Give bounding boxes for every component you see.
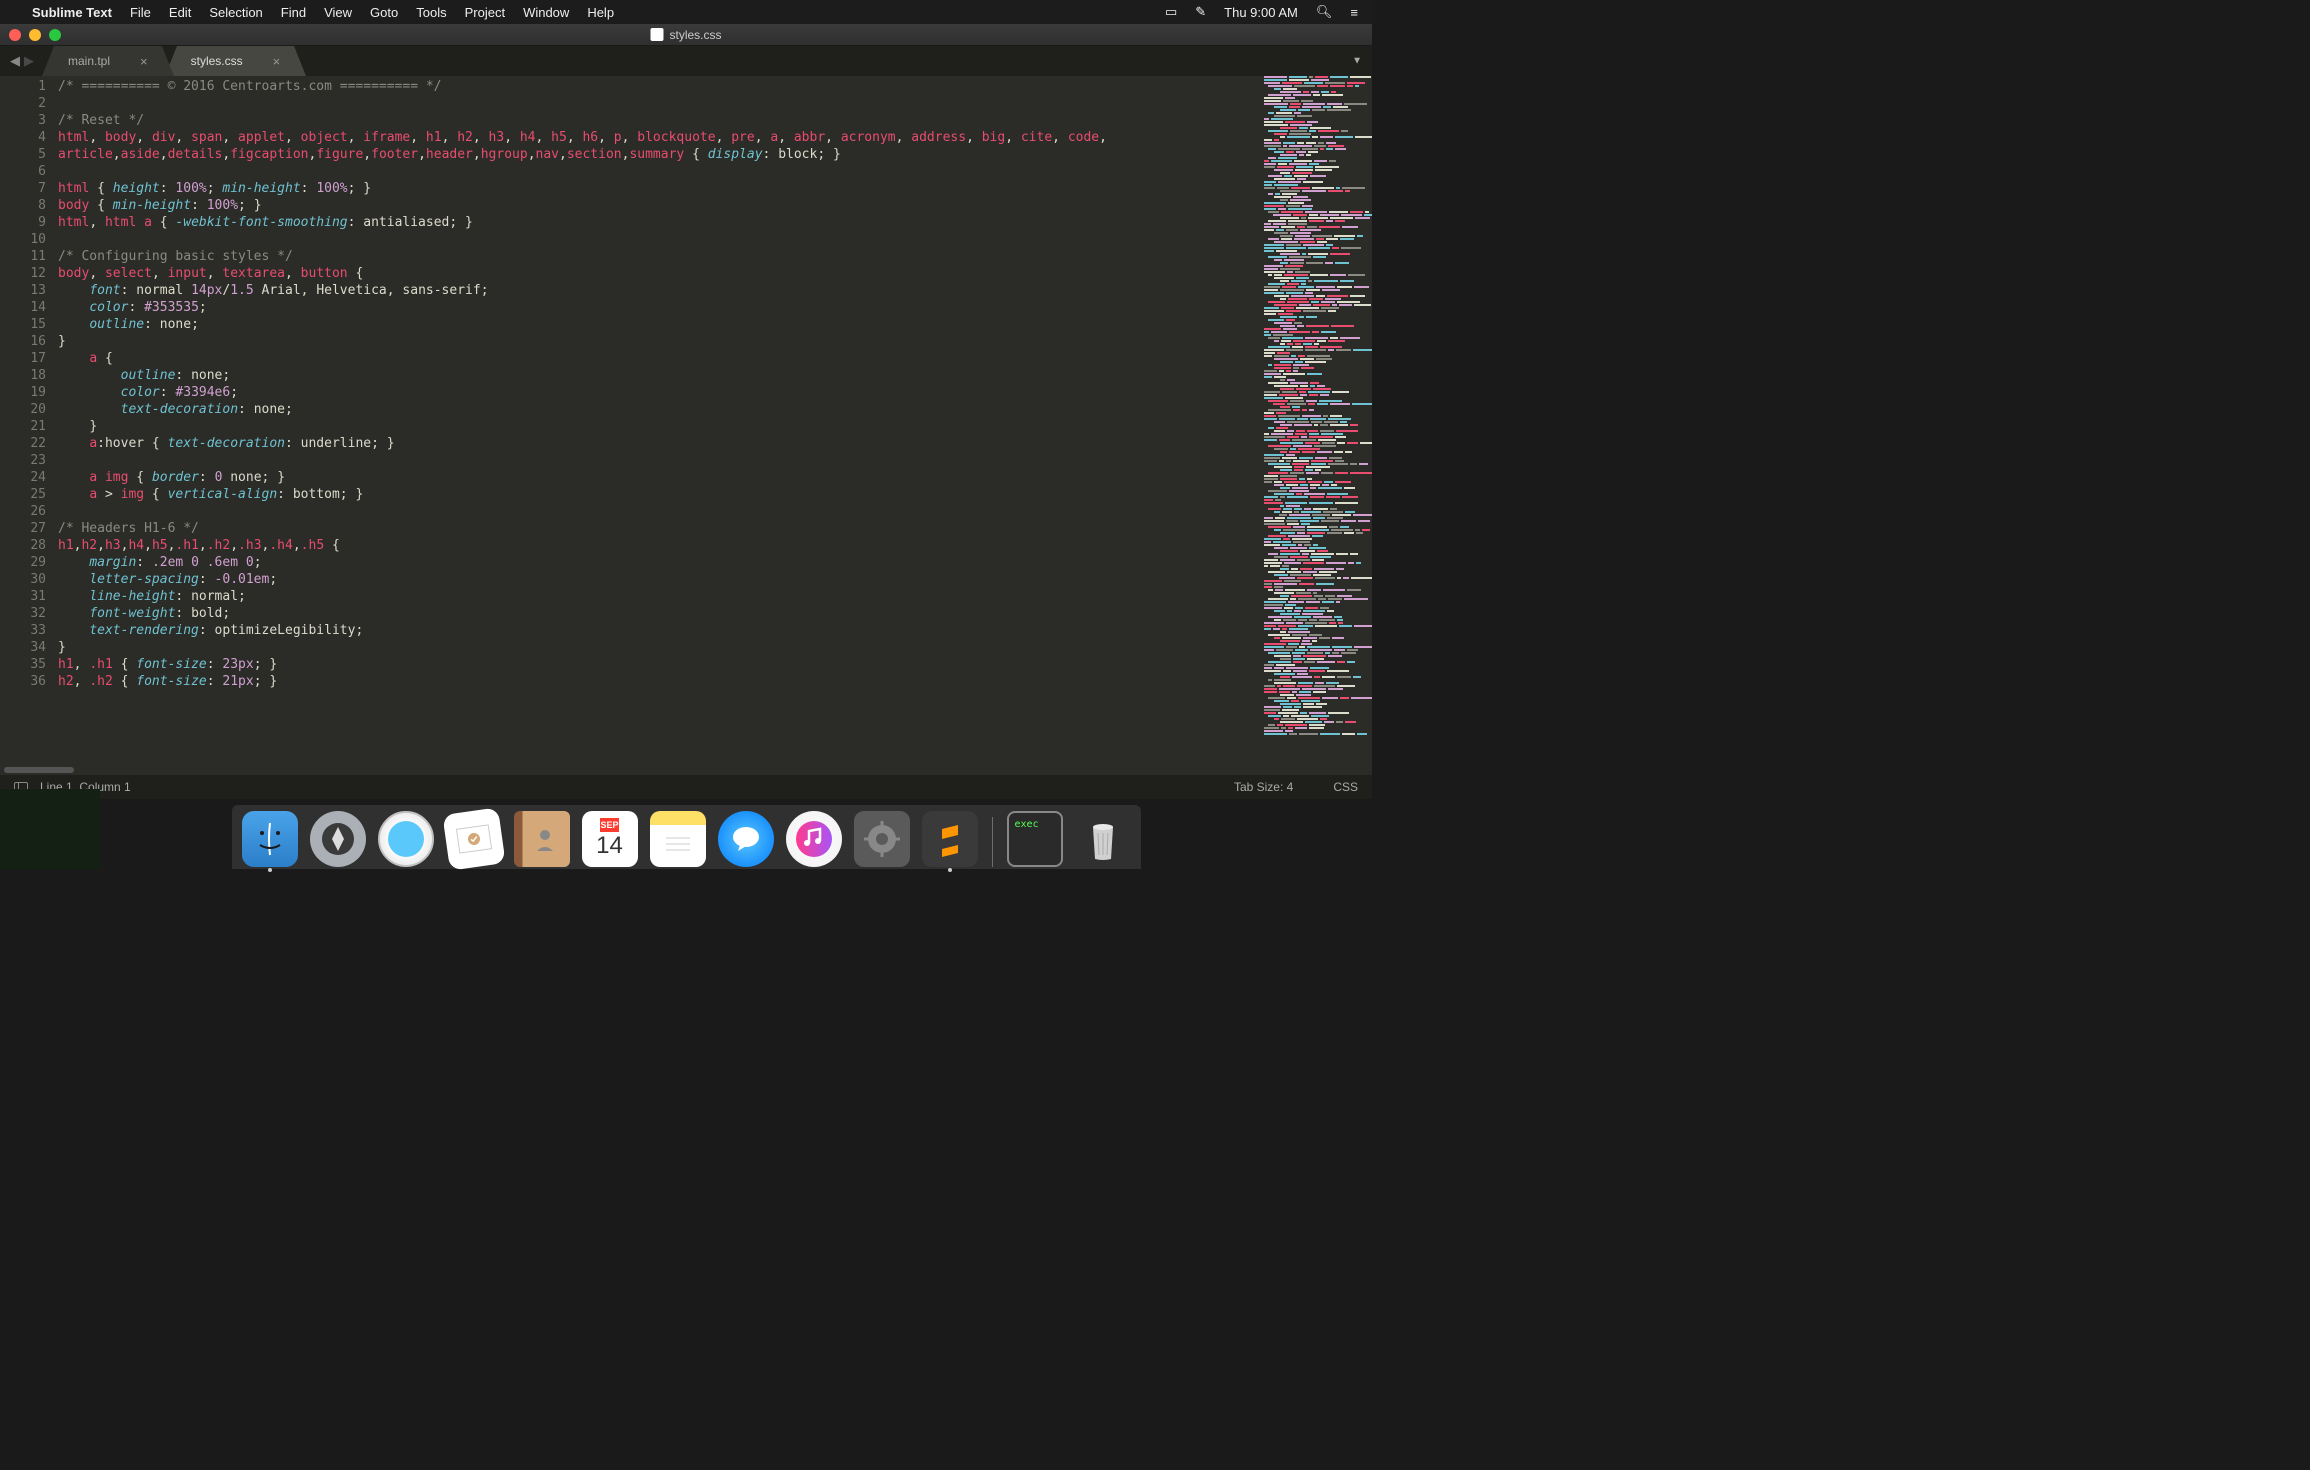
menu-project[interactable]: Project (465, 5, 505, 20)
display-icon[interactable]: ▭ (1165, 4, 1177, 20)
menu-find[interactable]: Find (281, 5, 306, 20)
dock-safari[interactable] (378, 811, 434, 867)
window-title-text: styles.css (669, 28, 721, 42)
menu-view[interactable]: View (324, 5, 352, 20)
spotlight-icon[interactable]: 🔍︎ (1316, 4, 1333, 20)
dock-trash[interactable] (1075, 811, 1131, 867)
clock[interactable]: Thu 9:00 AM (1224, 5, 1298, 20)
tab-label: styles.css (191, 54, 243, 68)
scrollbar-thumb[interactable] (4, 767, 74, 773)
dock-notes[interactable] (650, 811, 706, 867)
line-number-gutter: 1234567891011121314151617181920212223242… (0, 76, 58, 765)
calendar-day: 14 (596, 832, 623, 860)
minimap[interactable] (1262, 76, 1372, 765)
code-area[interactable]: /* ========== © 2016 Centroarts.com ====… (58, 76, 1262, 765)
terminal-label: exec (1015, 819, 1039, 830)
maximize-window-button[interactable] (49, 29, 61, 41)
script-icon[interactable]: ✎ (1195, 4, 1206, 20)
menu-window[interactable]: Window (523, 5, 569, 20)
nav-back-icon[interactable]: ◀ (10, 53, 20, 69)
dock-system-preferences[interactable] (854, 811, 910, 867)
dock-messages[interactable] (718, 811, 774, 867)
dock-separator (992, 817, 993, 867)
tab-main-tpl[interactable]: main.tpl × (54, 46, 163, 76)
minimize-window-button[interactable] (29, 29, 41, 41)
menu-edit[interactable]: Edit (169, 5, 191, 20)
menu-tools[interactable]: Tools (416, 5, 446, 20)
tab-close-icon[interactable]: × (273, 54, 281, 69)
dock-finder[interactable] (242, 811, 298, 867)
close-window-button[interactable] (9, 29, 21, 41)
dock-itunes[interactable] (786, 811, 842, 867)
file-icon (650, 28, 663, 41)
desktop-background: SEP 14 exec (0, 789, 1372, 869)
menu-list-icon[interactable]: ≡ (1350, 5, 1358, 20)
tab-styles-css[interactable]: styles.css × (177, 46, 296, 76)
dock-terminal[interactable]: exec (1007, 811, 1063, 867)
dock-sublime-text[interactable] (922, 811, 978, 867)
menu-selection[interactable]: Selection (209, 5, 262, 20)
app-name[interactable]: Sublime Text (32, 5, 112, 20)
tabbar-dropdown-icon[interactable]: ▼ (1352, 56, 1362, 67)
dock-calendar[interactable]: SEP 14 (582, 811, 638, 867)
dock-launchpad[interactable] (310, 811, 366, 867)
window-titlebar: styles.css (0, 24, 1372, 46)
tab-bar: ◀ ▶ main.tpl × styles.css × ▼ (0, 46, 1372, 76)
dock-contacts[interactable] (514, 811, 570, 867)
window-title: styles.css (650, 28, 721, 42)
tab-close-icon[interactable]: × (140, 54, 148, 69)
calendar-month: SEP (600, 818, 618, 832)
horizontal-scrollbar[interactable] (0, 765, 1372, 775)
menu-goto[interactable]: Goto (370, 5, 398, 20)
nav-forward-icon[interactable]: ▶ (24, 53, 34, 69)
menu-file[interactable]: File (130, 5, 151, 20)
tab-label: main.tpl (68, 54, 110, 68)
dock: SEP 14 exec (232, 805, 1141, 869)
editor: 1234567891011121314151617181920212223242… (0, 76, 1372, 765)
dock-mail[interactable] (442, 807, 505, 870)
macos-menubar: Sublime Text File Edit Selection Find Vi… (0, 0, 1372, 24)
menu-help[interactable]: Help (587, 5, 614, 20)
